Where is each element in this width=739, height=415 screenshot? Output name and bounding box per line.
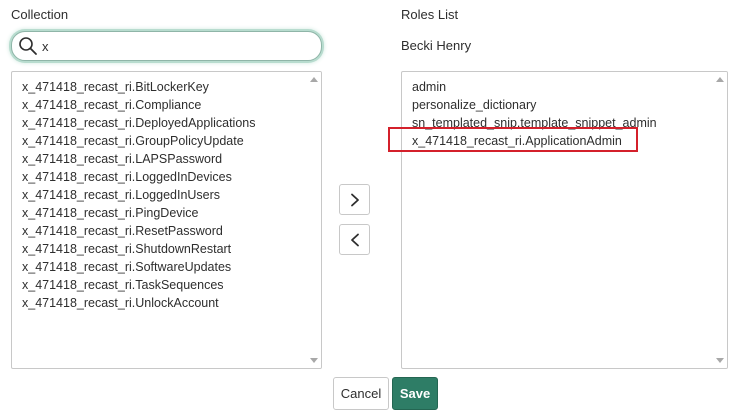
remove-role-button[interactable] (339, 224, 370, 255)
add-role-button[interactable] (339, 184, 370, 215)
list-item[interactable]: x_471418_recast_ri.TaskSequences (12, 276, 307, 294)
list-item[interactable]: x_471418_recast_ri.ApplicationAdmin (402, 132, 713, 150)
search-icon (19, 37, 37, 55)
roles-list-label: Roles List (401, 7, 459, 22)
list-item[interactable]: x_471418_recast_ri.DeployedApplications (12, 114, 307, 132)
collection-label: Collection (11, 7, 69, 22)
chevron-right-icon (350, 193, 359, 206)
list-item[interactable]: x_471418_recast_ri.LoggedInUsers (12, 186, 307, 204)
list-item[interactable]: x_471418_recast_ri.SoftwareUpdates (12, 258, 307, 276)
scroll-down-icon[interactable] (716, 358, 724, 363)
scroll-down-icon[interactable] (310, 358, 318, 363)
cancel-button[interactable]: Cancel (333, 377, 389, 410)
list-item[interactable]: x_471418_recast_ri.ResetPassword (12, 222, 307, 240)
roles-items: admin personalize_dictionary sn_templated_… (402, 78, 713, 150)
list-item[interactable]: admin (402, 78, 713, 96)
collection-listbox[interactable]: x_471418_recast_ri.BitLockerKey x_471418_… (11, 71, 322, 369)
chevron-left-icon (350, 233, 359, 246)
list-item[interactable]: x_471418_recast_ri.LAPSPassword (12, 150, 307, 168)
list-item[interactable]: x_471418_recast_ri.BitLockerKey (12, 78, 307, 96)
scroll-up-icon[interactable] (310, 77, 318, 82)
roles-scrollbar[interactable] (713, 72, 727, 368)
save-button[interactable]: Save (392, 377, 438, 410)
edit-roles-slushbucket: Collection Roles List Becki Henry x_4714… (0, 0, 739, 415)
scroll-up-icon[interactable] (716, 77, 724, 82)
list-item[interactable]: x_471418_recast_ri.GroupPolicyUpdate (12, 132, 307, 150)
list-item[interactable]: sn_templated_snip.template_snippet_admin (402, 114, 713, 132)
collection-search-input[interactable] (40, 34, 300, 58)
list-item[interactable]: x_471418_recast_ri.ShutdownRestart (12, 240, 307, 258)
roles-listbox[interactable]: admin personalize_dictionary sn_templated_… (401, 71, 728, 369)
user-name: Becki Henry (401, 38, 472, 53)
list-item[interactable]: x_471418_recast_ri.PingDevice (12, 204, 307, 222)
list-item[interactable]: x_471418_recast_ri.Compliance (12, 96, 307, 114)
list-item[interactable]: x_471418_recast_ri.UnlockAccount (12, 294, 307, 312)
collection-scrollbar[interactable] (307, 72, 321, 368)
list-item[interactable]: x_471418_recast_ri.LoggedInDevices (12, 168, 307, 186)
collection-items: x_471418_recast_ri.BitLockerKey x_471418_… (12, 78, 307, 312)
collection-search[interactable] (11, 31, 322, 61)
list-item[interactable]: personalize_dictionary (402, 96, 713, 114)
